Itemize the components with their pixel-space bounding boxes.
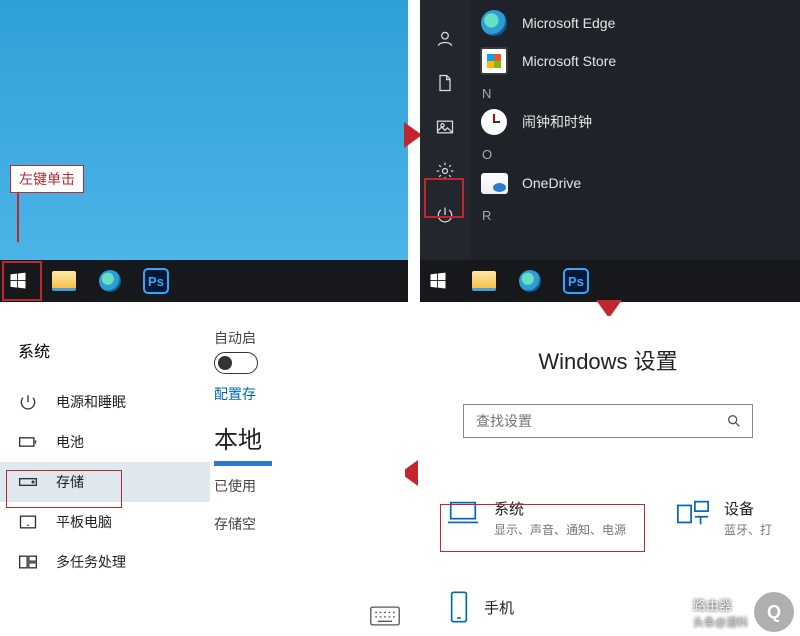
panel-desktop: 左键单击 Ps [0,0,408,302]
app-label: 闹钟和时钟 [522,112,592,132]
multitask-icon [18,553,38,571]
storage-autostart-toggle[interactable] [214,352,258,374]
storage-pane: 自动启 配置存 本地 已使用 存储空 [210,316,405,636]
pictures-icon[interactable] [434,116,456,138]
phone-icon [448,590,470,624]
file-explorer-icon[interactable] [470,267,498,295]
desktop-background: 左键单击 [0,0,408,260]
start-button[interactable] [424,267,452,295]
storage-autostart-label: 自动启 [214,328,401,348]
app-label: OneDrive [522,175,581,191]
settings-item-title: 手机 [484,597,514,618]
settings-item-phone[interactable]: 手机 [448,590,514,624]
settings-search-input[interactable] [474,412,726,430]
user-icon[interactable] [434,28,456,50]
app-alarm-clock[interactable]: 闹钟和时钟 [470,103,800,141]
sidebar-item-multitask[interactable]: 多任务处理 [0,542,210,582]
sidebar-label: 平板电脑 [56,512,112,532]
settings-item-sub: 显示、声音、通知、电源 [494,521,626,538]
search-icon [726,413,742,429]
photoshop-icon[interactable]: Ps [562,267,590,295]
start-button[interactable] [4,267,32,295]
settings-sidebar: 系统 电源和睡眠 电池 存储 平板电脑 多任务处理 [0,316,210,636]
settings-categories: 系统 显示、声音、通知、电源 设备 蓝牙、打 [418,498,798,538]
edge-icon[interactable] [96,267,124,295]
file-explorer-icon[interactable] [50,267,78,295]
panel-storage-settings: 系统 电源和睡眠 电池 存储 平板电脑 多任务处理 自动启 配置存 本地 已使用… [0,316,405,636]
settings-item-devices[interactable]: 设备 蓝牙、打 [676,498,772,538]
app-list-header-r: R [470,202,800,225]
documents-icon[interactable] [434,72,456,94]
edge-icon[interactable] [516,267,544,295]
taskbar: Ps [0,260,408,302]
panel-start-menu: Microsoft Edge Microsoft Store N 闹钟和时钟 O… [420,0,800,302]
sidebar-item-tablet[interactable]: 平板电脑 [0,502,210,542]
power-icon [18,393,38,411]
sidebar-label: 电源和睡眠 [56,392,126,412]
devices-icon [676,498,710,528]
app-label: Microsoft Store [522,53,616,69]
watermark-brand: 路由器 [693,598,732,613]
sidebar-label: 多任务处理 [56,552,126,572]
app-list-header-n: N [470,80,800,103]
settings-item-title: 设备 [724,498,772,519]
keyboard-icon[interactable] [369,605,401,632]
watermark-logo: Q [754,592,794,632]
watermark-author: 头条@漫科 [693,614,748,630]
sidebar-header: 系统 [18,338,210,362]
settings-item-sub: 蓝牙、打 [724,521,772,538]
sidebar-label: 电池 [56,432,84,452]
app-store[interactable]: Microsoft Store [470,42,800,80]
app-list-header-o: O [470,141,800,164]
start-app-list: Microsoft Edge Microsoft Store N 闹钟和时钟 O… [470,0,800,260]
settings-search[interactable] [463,404,753,438]
storage-used-label: 已使用 [214,476,401,496]
tablet-icon [18,513,38,531]
app-edge[interactable]: Microsoft Edge [470,4,800,42]
annotation-left-click: 左键单击 [10,165,84,193]
taskbar: Ps [420,260,800,302]
start-menu: Microsoft Edge Microsoft Store N 闹钟和时钟 O… [420,0,800,260]
laptop-icon [446,498,480,528]
start-rail [420,0,470,260]
storage-icon [18,473,38,491]
storage-usage-bar [214,461,272,466]
sidebar-item-power[interactable]: 电源和睡眠 [0,382,210,422]
sidebar-label: 存储 [56,472,84,492]
battery-icon [18,433,38,451]
settings-title: Windows 设置 [418,344,798,376]
watermark: 路由器 头条@漫科 Q [693,592,794,632]
sidebar-item-storage[interactable]: 存储 [0,462,210,502]
app-label: Microsoft Edge [522,15,615,31]
settings-item-title: 系统 [494,498,626,519]
highlight-settings-icon [424,178,464,218]
panel-windows-settings: Windows 设置 系统 显示、声音、通知、电源 设备 蓝牙、打 手机 [418,316,798,636]
app-onedrive[interactable]: OneDrive [470,164,800,202]
storage-config-link[interactable]: 配置存 [214,384,401,404]
photoshop-icon[interactable]: Ps [142,267,170,295]
storage-space-label: 存储空 [214,514,401,534]
sidebar-item-battery[interactable]: 电池 [0,422,210,462]
storage-local-heading: 本地 [214,420,401,455]
settings-item-system[interactable]: 系统 显示、声音、通知、电源 [446,498,626,538]
